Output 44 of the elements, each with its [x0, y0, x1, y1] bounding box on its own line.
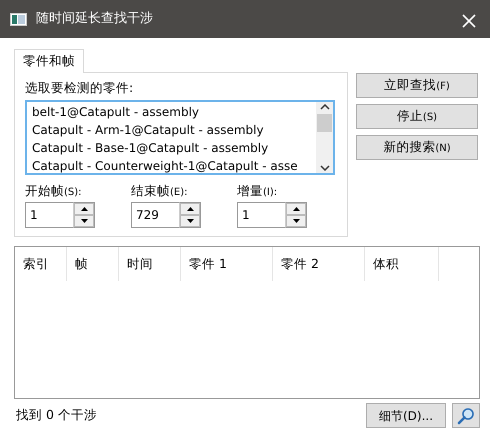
down-triangle-icon [80, 219, 88, 224]
action-button[interactable]: 停止(S) [356, 104, 478, 129]
status-text: 找到 0 个干涉 [15, 406, 98, 424]
spin-up-button[interactable] [180, 203, 200, 216]
column-header[interactable]: 帧 [67, 247, 119, 282]
spin-down-button[interactable] [74, 215, 94, 228]
scrollbar-thumb[interactable] [317, 114, 332, 132]
close-icon [462, 14, 476, 28]
spin-down-button[interactable] [180, 215, 200, 228]
up-triangle-icon [80, 207, 88, 212]
column-header[interactable]: 体积 [365, 247, 439, 282]
spin-field[interactable]: 729 [131, 202, 179, 228]
list-item[interactable]: Catapult - Arm-1@Catapult - assembly [32, 120, 316, 138]
spin-field[interactable]: 1 [25, 202, 73, 228]
list-item[interactable]: belt-1@Catapult - assembly [32, 102, 316, 120]
window-icon [10, 12, 27, 26]
column-header[interactable]: 时间 [119, 247, 181, 282]
spin-field[interactable]: 1 [237, 202, 285, 228]
action-button[interactable]: 新的搜索(N) [356, 135, 478, 160]
down-triangle-icon [292, 219, 300, 224]
zoom-button[interactable] [452, 403, 480, 428]
field-label: 结束帧(E): [131, 182, 188, 200]
parts-list[interactable]: belt-1@Catapult - assembly Catapult - Arm-1@Catapult - assembly Catapult - Base-1@Catapult - assembly Catapult - Counterweight-1@Catapult - asse [25, 100, 335, 174]
scroll-up-icon[interactable] [320, 104, 330, 110]
column-header[interactable]: 零件 1 [181, 247, 273, 282]
scroll-down-icon[interactable] [320, 164, 330, 170]
down-triangle-icon [186, 219, 194, 224]
up-triangle-icon [292, 207, 300, 212]
parts-label: 选取要检测的零件: [25, 78, 134, 97]
window-title: 随时间延长查找干涉 [36, 10, 154, 28]
list-item[interactable]: Catapult - Base-1@Catapult - assembly [32, 138, 316, 156]
details-button[interactable]: 细节(D)... [366, 403, 446, 428]
list-item[interactable]: Catapult - Counterweight-1@Catapult - asse [32, 156, 316, 172]
field-label: 开始帧(S): [25, 182, 83, 200]
field-label: 增量(I): [237, 182, 278, 200]
spin-up-button[interactable] [74, 203, 94, 216]
spin-down-button[interactable] [286, 215, 306, 228]
magnifier-icon [457, 406, 475, 425]
column-header[interactable]: 索引 [15, 247, 67, 282]
up-triangle-icon [186, 207, 194, 212]
spin-up-button[interactable] [286, 203, 306, 216]
tab[interactable]: 零件和帧 [14, 49, 84, 73]
action-button[interactable]: 立即查找(F) [356, 73, 478, 98]
column-header[interactable]: 零件 2 [273, 247, 365, 282]
